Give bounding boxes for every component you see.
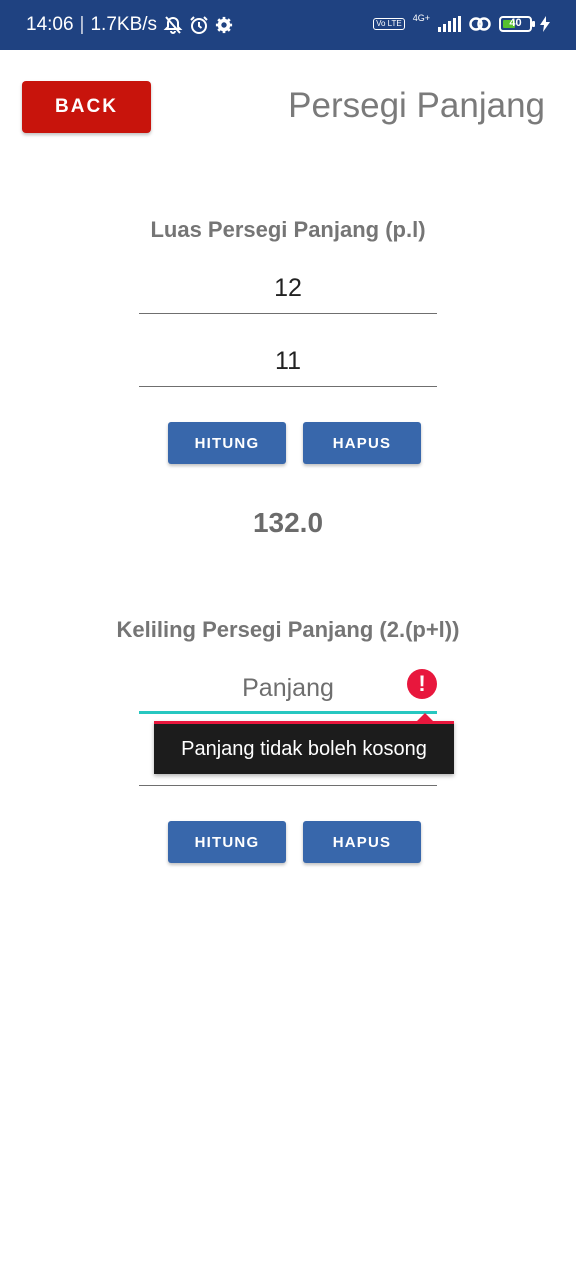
network-speed: 1.7KB/s: [90, 14, 158, 35]
error-popup: Panjang tidak boleh kosong: [154, 713, 454, 774]
luas-section-title: Luas Persegi Panjang (p.l): [150, 217, 426, 242]
keliling-hapus-button[interactable]: HAPUS: [303, 821, 421, 863]
status-right: Vo LTE 4G+ 40: [373, 12, 550, 33]
status-left: 14:06 | 1.7KB/s: [26, 14, 233, 36]
status-bar: 14:06 | 1.7KB/s Vo LTE 4G+ 40: [0, 0, 576, 50]
keliling-panjang-placeholder: Panjang: [242, 674, 334, 702]
battery-icon: 40: [499, 16, 535, 32]
bell-off-icon: [163, 15, 183, 35]
luas-hapus-button[interactable]: HAPUS: [303, 422, 421, 464]
keliling-section-title: Keliling Persegi Panjang (2.(p+l)): [116, 617, 460, 642]
page-title: Persegi Panjang: [288, 86, 545, 125]
luas-result: 132.0: [252, 507, 324, 538]
luas-panjang-value: 12: [274, 274, 302, 302]
signal-icon: [438, 16, 461, 32]
network-type: 4G+: [412, 12, 430, 23]
keliling-lebar-underline: [139, 784, 437, 786]
error-icon: !: [407, 669, 437, 699]
luas-panjang-input[interactable]: 12: [139, 264, 437, 314]
keliling-panjang-underline: [139, 711, 437, 714]
alarm-icon: [189, 15, 209, 35]
hotspot-icon: [469, 15, 491, 33]
status-separator: |: [79, 14, 85, 35]
charging-icon: [540, 16, 550, 32]
luas-lebar-input[interactable]: 11: [139, 337, 437, 387]
back-button[interactable]: BACK: [22, 81, 151, 133]
luas-lebar-value: 11: [275, 347, 301, 375]
keliling-panjang-input[interactable]: Panjang !: [139, 664, 437, 714]
keliling-hitung-button[interactable]: HITUNG: [168, 821, 286, 863]
error-message: Panjang tidak boleh kosong: [181, 738, 427, 760]
battery-level: 40: [509, 17, 522, 29]
gear-icon: [215, 16, 233, 34]
luas-lebar-underline: [139, 385, 437, 387]
luas-hitung-button[interactable]: HITUNG: [168, 422, 286, 464]
volte-badge: Vo LTE: [373, 18, 405, 30]
luas-panjang-underline: [139, 312, 437, 314]
status-time: 14:06: [26, 14, 74, 35]
